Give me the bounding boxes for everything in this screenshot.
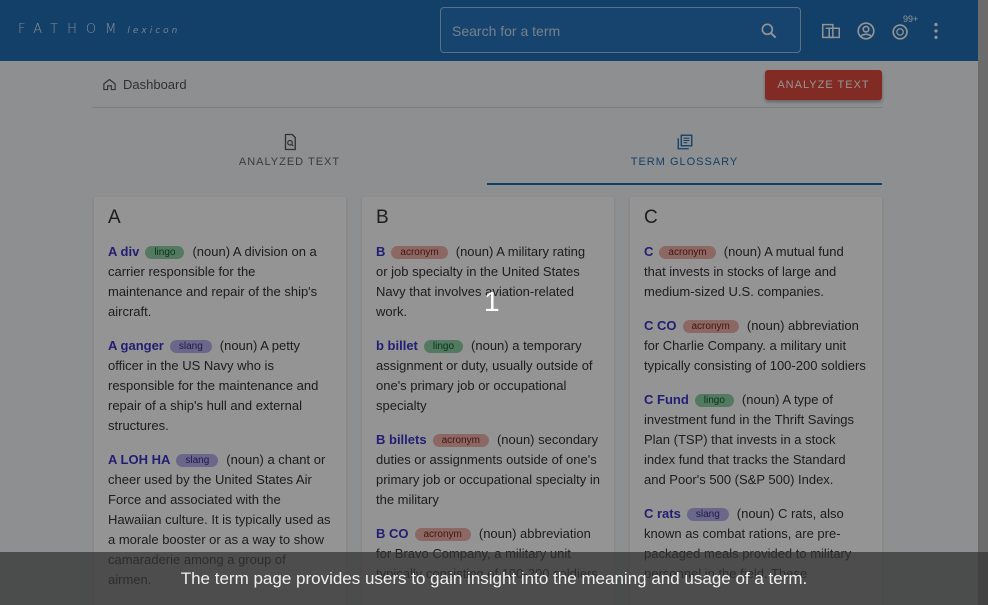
tutorial-step-number: 1 [484, 286, 500, 317]
page-scrollbar[interactable] [978, 0, 988, 605]
tutorial-caption: The term page provides users to gain ins… [180, 569, 808, 588]
